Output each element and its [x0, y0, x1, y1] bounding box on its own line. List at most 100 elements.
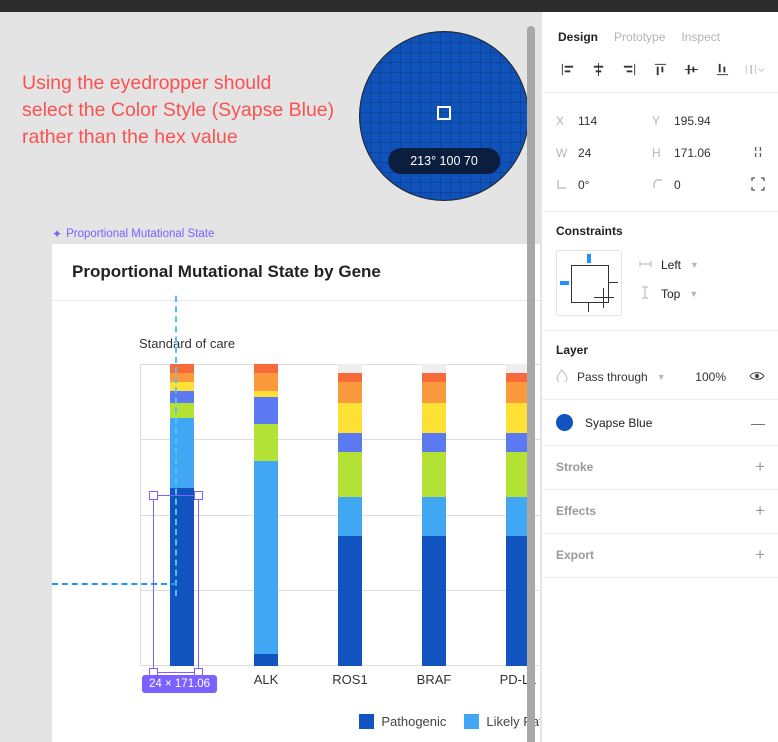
canvas-vertical-scrollbar[interactable] — [527, 26, 535, 742]
bar-segment[interactable] — [170, 391, 194, 404]
horizontal-constraint-select[interactable]: Left ▼ — [638, 258, 699, 272]
eye-icon[interactable] — [749, 370, 765, 385]
bar-segment[interactable] — [170, 382, 194, 392]
bar-segment[interactable] — [338, 373, 362, 383]
tab-design[interactable]: Design — [558, 30, 598, 44]
bar-segment[interactable] — [254, 653, 278, 666]
chevron-down-icon: ▼ — [689, 289, 699, 299]
bar-track[interactable] — [422, 364, 446, 666]
export-section: Export + — [542, 534, 778, 578]
bar-segment[interactable] — [254, 397, 278, 425]
align-right-icon[interactable] — [618, 58, 640, 80]
rotation-value: 0° — [578, 178, 590, 192]
canvas-layer-label[interactable]: ✦ Proportional Mutational State — [52, 228, 214, 240]
x-axis-label: ROS1 — [332, 672, 368, 687]
blend-mode-value[interactable]: Pass through — [577, 370, 648, 384]
bar-segment[interactable] — [338, 496, 362, 537]
vertical-constraint-select[interactable]: Top ▼ — [638, 286, 699, 302]
constraint-handle-left[interactable] — [560, 281, 569, 285]
canvas-layer-label-text: Proportional Mutational State — [66, 228, 215, 240]
height-field[interactable]: H 171.06 — [652, 146, 748, 160]
position-row: X 114 Y 195.94 — [556, 105, 765, 137]
corner-radius-field[interactable]: 0 — [652, 178, 748, 193]
layer-opacity-value[interactable]: 100% — [695, 370, 726, 384]
add-stroke-button[interactable]: + — [755, 458, 765, 475]
bar-segment[interactable] — [254, 424, 278, 461]
color-style-swatch[interactable] — [556, 414, 573, 431]
stroke-title: Stroke — [556, 459, 594, 474]
rotation-row: 0° 0 — [556, 169, 765, 201]
eyedropper-color-readout: 213° 100 70 — [388, 148, 500, 174]
bar-segment[interactable] — [254, 364, 278, 374]
layer-section: Layer Pass through ▼ 100% — [542, 331, 778, 400]
vertical-constraint-icon — [638, 286, 652, 302]
color-style-row[interactable]: Syapse Blue — — [542, 400, 778, 446]
size-row: W 24 H 171.06 — [556, 137, 765, 169]
distribute-icon[interactable] — [743, 58, 765, 80]
x-field[interactable]: X 114 — [556, 114, 652, 128]
chart-legend: PathogenicLikely Path — [140, 714, 540, 729]
bar-segment[interactable] — [422, 451, 446, 497]
card-divider — [52, 300, 540, 301]
align-bottom-icon[interactable] — [712, 58, 734, 80]
legend-label: Pathogenic — [381, 714, 447, 729]
x-axis-label: BRAF — [416, 672, 452, 687]
selection-size-badge: 24 × 171.06 — [142, 675, 218, 693]
constraints-title: Constraints — [556, 224, 623, 238]
bar-segment[interactable] — [170, 373, 194, 383]
constraints-widget[interactable] — [556, 250, 622, 316]
link-icon[interactable] — [751, 144, 765, 163]
bar-segment[interactable] — [422, 373, 446, 383]
bar-segment[interactable] — [338, 382, 362, 404]
figma-canvas[interactable]: Using the eyedropper should select the C… — [0, 12, 540, 742]
window-titlebar — [0, 0, 778, 12]
bar-segment[interactable] — [170, 418, 194, 488]
align-vertical-center-icon[interactable] — [681, 58, 703, 80]
bar-segment[interactable] — [338, 403, 362, 434]
w-value: 24 — [578, 146, 592, 160]
bar-segment[interactable] — [170, 364, 194, 374]
independent-corners-icon[interactable] — [751, 176, 765, 194]
constraint-handle-right[interactable] — [609, 282, 618, 283]
w-label: W — [556, 146, 568, 160]
y-field[interactable]: Y 195.94 — [652, 114, 748, 128]
rotation-field[interactable]: 0° — [556, 178, 652, 193]
corner-radius-icon — [652, 178, 674, 193]
bar-segment[interactable] — [338, 451, 362, 497]
vertical-constraint-value: Top — [661, 287, 681, 301]
remove-style-button[interactable]: — — [751, 415, 765, 431]
chart-title: Proportional Mutational State by Gene — [72, 262, 381, 281]
bar-segment[interactable] — [422, 433, 446, 452]
constraints-center-h — [594, 297, 614, 298]
align-top-icon[interactable] — [649, 58, 671, 80]
alignment-toolbar — [542, 52, 778, 93]
bar-segment[interactable] — [422, 496, 446, 537]
bar-segment[interactable] — [422, 536, 446, 666]
add-effect-button[interactable]: + — [755, 502, 765, 519]
bar-track[interactable] — [338, 364, 362, 666]
align-left-icon[interactable] — [556, 58, 578, 80]
bar-segment[interactable] — [254, 460, 278, 654]
legend-item[interactable]: Pathogenic — [359, 714, 446, 729]
constraint-handle-top[interactable] — [587, 254, 591, 263]
align-horizontal-center-icon[interactable] — [587, 58, 609, 80]
h-value: 171.06 — [674, 146, 711, 160]
tab-prototype[interactable]: Prototype — [614, 30, 665, 44]
bar-segment[interactable] — [422, 403, 446, 434]
bar-track[interactable] — [170, 364, 194, 666]
tab-inspect[interactable]: Inspect — [681, 30, 720, 44]
bar-segment[interactable] — [254, 373, 278, 392]
bar-segment[interactable] — [170, 487, 194, 666]
chevron-down-icon: ▼ — [656, 372, 666, 382]
bar-segment[interactable] — [422, 382, 446, 404]
panel-tab-bar: Design Prototype Inspect — [542, 12, 778, 52]
bar-segment[interactable] — [338, 433, 362, 452]
bar-segment[interactable] — [170, 403, 194, 419]
add-export-button[interactable]: + — [755, 546, 765, 563]
width-field[interactable]: W 24 — [556, 146, 652, 160]
bar-segment[interactable] — [338, 536, 362, 666]
constraint-handle-bottom[interactable] — [588, 303, 589, 312]
bar-track[interactable] — [254, 364, 278, 666]
constraints-box — [571, 265, 614, 308]
corner-radius-value: 0 — [674, 178, 681, 192]
